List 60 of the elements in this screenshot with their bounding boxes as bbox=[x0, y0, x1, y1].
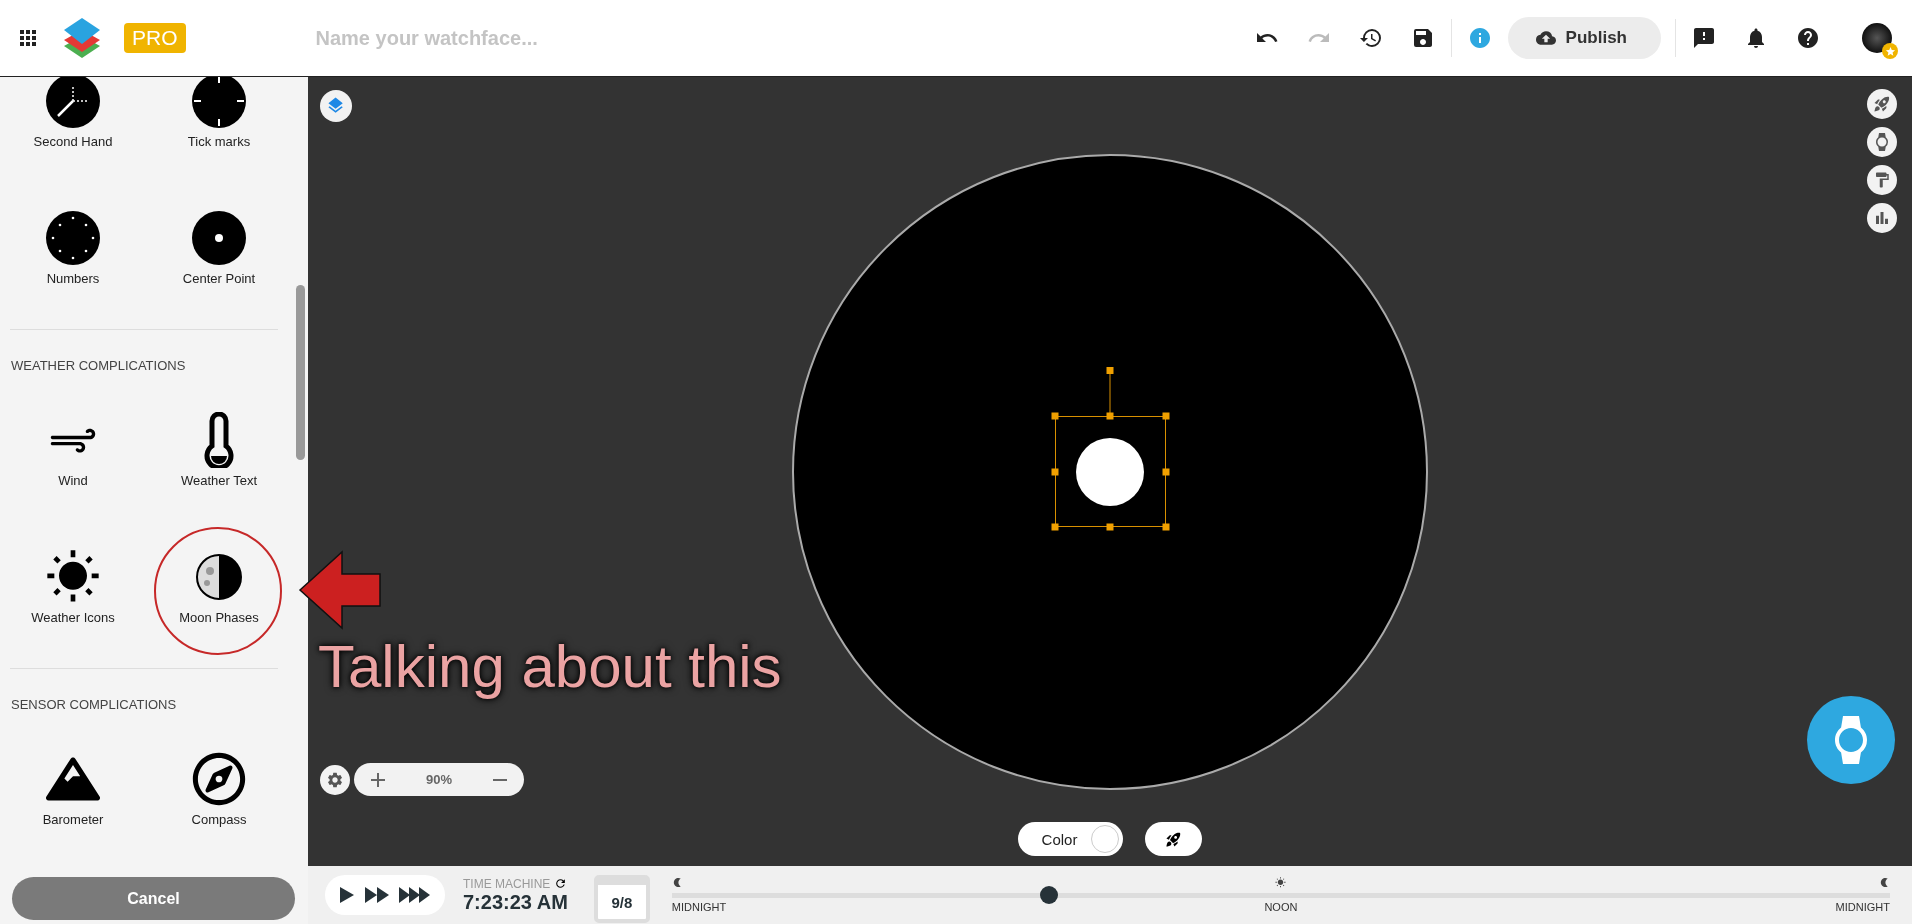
resize-handle[interactable] bbox=[1051, 412, 1058, 420]
play-icon[interactable] bbox=[339, 886, 355, 904]
rocket-button[interactable] bbox=[1145, 822, 1203, 856]
timeline-label: MIDNIGHT bbox=[671, 901, 727, 913]
slider-thumb[interactable] bbox=[1040, 886, 1059, 904]
timeline-label: NOON bbox=[1264, 901, 1298, 913]
compass-icon[interactable] bbox=[191, 751, 247, 807]
layers-icon[interactable] bbox=[320, 90, 352, 122]
resize-handle[interactable] bbox=[1106, 412, 1114, 420]
pro-badge: PRO bbox=[124, 23, 186, 53]
element-label[interactable]: Second Hand bbox=[33, 134, 113, 149]
calendar-date[interactable]: 9/8 bbox=[593, 875, 650, 923]
logo-icon bbox=[62, 16, 102, 60]
time-machine-title: TIME MACHINE bbox=[463, 876, 551, 891]
color-button[interactable]: Color bbox=[1017, 822, 1124, 856]
moon-icon bbox=[671, 877, 683, 888]
element-label[interactable]: Tick marks bbox=[187, 134, 251, 149]
fastest-forward-icon[interactable] bbox=[399, 887, 431, 903]
reset-icon[interactable] bbox=[554, 877, 568, 890]
element-label[interactable]: Moon Phases bbox=[179, 610, 259, 625]
tick-marks-icon[interactable] bbox=[191, 77, 247, 129]
rocket-icon bbox=[1165, 830, 1183, 848]
element-label[interactable]: Barometer bbox=[42, 812, 104, 827]
publish-button[interactable]: Publish bbox=[1507, 17, 1661, 59]
watch-icon[interactable] bbox=[1867, 127, 1897, 157]
sun-icon bbox=[1275, 877, 1287, 888]
fast-forward-icon[interactable] bbox=[365, 887, 389, 903]
resize-handle[interactable] bbox=[1106, 523, 1114, 531]
second-hand-icon[interactable] bbox=[45, 77, 101, 129]
section-title: WEATHER COMPLICATIONS bbox=[10, 357, 187, 375]
settings-icon[interactable] bbox=[320, 764, 350, 795]
timeline-label: MIDNIGHT bbox=[1835, 901, 1890, 913]
resize-handle[interactable] bbox=[1051, 468, 1058, 475]
resize-handle[interactable] bbox=[1162, 412, 1169, 420]
scrollbar-thumb[interactable] bbox=[296, 285, 305, 460]
element-label[interactable]: Center Point bbox=[182, 271, 256, 286]
avatar[interactable] bbox=[1862, 23, 1892, 53]
cancel-button[interactable]: Cancel bbox=[12, 877, 295, 920]
element-label[interactable]: Weather Text bbox=[180, 473, 258, 488]
annotation-text: Talking about this bbox=[318, 632, 782, 701]
rocket-icon[interactable] bbox=[1867, 89, 1897, 119]
numbers-icon[interactable] bbox=[45, 210, 101, 266]
resize-handle[interactable] bbox=[1051, 523, 1058, 531]
element-label[interactable]: Wind bbox=[58, 473, 88, 488]
resize-handle[interactable] bbox=[1162, 468, 1169, 475]
cloud-upload-icon bbox=[1535, 28, 1556, 48]
resize-handle[interactable] bbox=[1162, 523, 1169, 531]
section-title: SENSOR COMPLICATIONS bbox=[10, 696, 178, 714]
paint-brush-icon[interactable] bbox=[1867, 165, 1897, 195]
bar-chart-icon[interactable] bbox=[1867, 203, 1897, 233]
star-icon bbox=[1882, 43, 1898, 59]
moon-icon bbox=[1879, 877, 1890, 888]
element-label[interactable]: Numbers bbox=[46, 271, 100, 286]
color-swatch bbox=[1091, 825, 1120, 853]
zoom-level: 90% bbox=[426, 772, 453, 787]
element-label[interactable]: Compass bbox=[191, 812, 247, 827]
arrow-icon bbox=[298, 550, 382, 630]
center-point-icon[interactable] bbox=[191, 210, 247, 266]
element-label[interactable]: Weather Icons bbox=[31, 610, 115, 625]
current-time: 7:23:23 AM bbox=[463, 890, 568, 914]
